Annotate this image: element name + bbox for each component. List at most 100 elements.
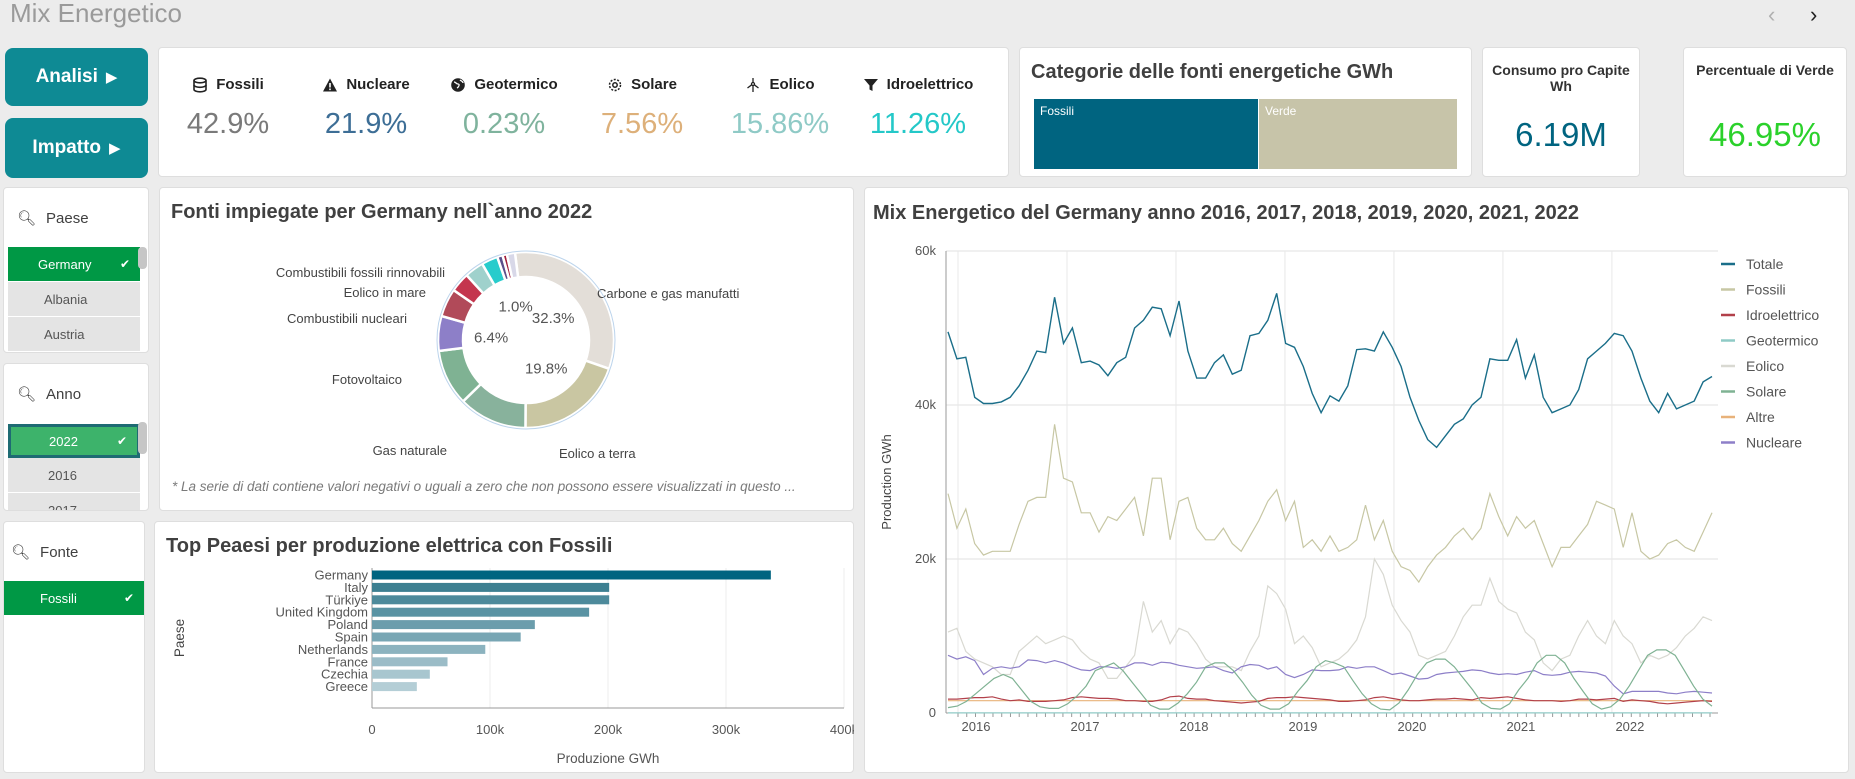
- x-tick-label: 2020: [1397, 719, 1426, 734]
- kpi-value: 21.9%: [324, 108, 408, 140]
- consumo-kpi-title: Consumo pro Capite Wh: [1492, 62, 1630, 94]
- search-icon: 🔍︎: [17, 386, 37, 403]
- kpi-label: Solare: [631, 76, 677, 93]
- play-triangle-icon: ▶: [109, 140, 121, 157]
- verde-kpi-panel: Percentuale di Verde 46.95%: [1683, 47, 1847, 177]
- line-chart-title: Mix Energetico del Germany anno 2016, 20…: [873, 202, 1579, 224]
- donut-slice-label: Gas naturale: [373, 443, 447, 458]
- x-tick-label: 2021: [1506, 719, 1535, 734]
- chevron-left-icon[interactable]: ‹: [1768, 2, 1775, 28]
- legend-label: Idroelettrico: [1746, 307, 1819, 323]
- check-icon: ✔: [116, 434, 127, 448]
- filter-item-label: 2016: [48, 467, 77, 483]
- kpi-label: Fossili: [216, 76, 264, 93]
- bar: [372, 644, 486, 654]
- filter-fonte-label: Fonte: [40, 543, 79, 561]
- kpi-value: 7.56%: [600, 108, 684, 140]
- globe-icon: [451, 77, 466, 92]
- legend-label: Solare: [1746, 384, 1787, 400]
- search-icon: 🔍︎: [17, 210, 37, 227]
- filter-item-fossili[interactable]: Fossili ✔: [4, 581, 144, 615]
- legend-label: Nucleare: [1746, 435, 1802, 451]
- filter-item-austria[interactable]: Austria: [8, 317, 140, 351]
- kpi-label: Geotermico: [474, 76, 558, 93]
- kpi-geotermico: Geotermico 0.23%: [435, 48, 573, 176]
- filter-item-2017[interactable]: 2017: [8, 493, 140, 510]
- bar-chart: 0100k200k300k400kGermanyItalyTürkiyeUnit…: [172, 568, 854, 767]
- legend-label: Altre: [1746, 409, 1775, 425]
- donut-pct-label: 32.3%: [532, 310, 575, 327]
- treemap-block-verde[interactable]: Verde: [1259, 99, 1457, 169]
- x-tick-label: 2018: [1180, 719, 1209, 734]
- funnel-icon: [863, 78, 878, 91]
- treemap-block-label: Verde: [1265, 104, 1297, 118]
- y-tick-label: 60k: [915, 243, 936, 258]
- kpi-value: 11.26%: [869, 108, 967, 140]
- bar: [372, 607, 590, 617]
- y-tick-label: 20k: [915, 551, 936, 566]
- series-line: [947, 293, 1713, 449]
- filter-item-label: Austria: [44, 326, 85, 342]
- y-axis-title: Paese: [172, 619, 187, 657]
- impatto-button[interactable]: Impatto ▶: [5, 118, 148, 178]
- scrollbar[interactable]: [138, 247, 147, 269]
- warning-triangle-icon: [323, 78, 338, 91]
- verde-kpi-value: 46.95%: [1709, 116, 1821, 153]
- series-line: [947, 557, 1713, 679]
- kpi-value: 0.23%: [462, 108, 546, 140]
- consumo-kpi-value: 6.19M: [1515, 116, 1607, 153]
- treemap-title: Categorie delle fonti energetiche GWh: [1031, 61, 1394, 83]
- filter-anno-panel: 🔍︎ Anno 2022 ✔ 2016 2017: [3, 363, 149, 511]
- chevron-right-icon[interactable]: ›: [1810, 2, 1817, 28]
- filter-paese-header[interactable]: 🔍︎ Paese: [17, 209, 89, 228]
- kpi-row: Fossili 42.9% Nucleare 21.9% Geotermico …: [159, 48, 1009, 176]
- filter-item-label: Fossili: [40, 590, 77, 606]
- filter-fonte-header[interactable]: 🔍︎ Fonte: [11, 543, 79, 562]
- donut-slice-label: Fotovoltaico: [332, 372, 402, 387]
- donut-pct-label: 6.4%: [474, 329, 508, 346]
- donut-chart: 32.3% Carbone e gas manufatti 19.8% Eolico …: [276, 250, 739, 461]
- kpi-label: Nucleare: [346, 76, 410, 93]
- kpi-idroelettrico: Idroelettrico 11.26%: [849, 48, 987, 176]
- legend-label: Totale: [1746, 256, 1784, 272]
- legend-label: Geotermico: [1746, 333, 1819, 349]
- bar-chart-title: Top Peaesi per produzione elettrica con …: [166, 535, 613, 557]
- series-line: [947, 654, 1713, 695]
- filter-paese-label: Paese: [46, 209, 89, 227]
- gear-sun-icon: [608, 78, 622, 91]
- bar: [372, 669, 430, 679]
- donut-pct-label: 19.8%: [525, 361, 568, 378]
- filter-item-germany[interactable]: Germany ✔: [8, 247, 140, 281]
- analisi-button[interactable]: Analisi ▶: [5, 48, 148, 106]
- x-tick-label: 2017: [1071, 719, 1100, 734]
- filter-item-albania[interactable]: Albania: [8, 282, 140, 316]
- x-tick-label: 2016: [962, 719, 991, 734]
- filter-item-2022[interactable]: 2022 ✔: [8, 424, 140, 458]
- x-tick-label: 100k: [476, 722, 505, 737]
- wind-turbine-icon: [747, 77, 760, 92]
- donut-slice-label: Eolico a terra: [559, 446, 636, 461]
- x-tick-label: 2022: [1615, 719, 1644, 734]
- search-icon: 🔍︎: [11, 544, 31, 561]
- donut-pct-label: 1.0%: [499, 299, 533, 316]
- line-chart: 0 20k 40k 60k 2016 2017 2018 2019 2020 2021 2022 Pr…: [879, 243, 1819, 734]
- scrollbar[interactable]: [138, 422, 147, 454]
- x-tick-label: 200k: [594, 722, 623, 737]
- filter-anno-header[interactable]: 🔍︎ Anno: [17, 385, 81, 404]
- kpi-nucleare: Nucleare 21.9%: [297, 48, 435, 176]
- category-label: Greece: [325, 679, 368, 694]
- x-tick-label: 400k: [830, 722, 854, 737]
- x-tick-label: 0: [368, 722, 375, 737]
- kpi-solare: Solare 7.56%: [573, 48, 711, 176]
- kpi-label: Eolico: [769, 76, 815, 93]
- filter-item-2016[interactable]: 2016: [8, 458, 140, 492]
- legend-label: Fossili: [1746, 282, 1786, 298]
- treemap-block-fossili[interactable]: Fossili: [1034, 99, 1258, 169]
- kpi-value: 15.86%: [730, 108, 830, 140]
- bar: [372, 657, 448, 667]
- bar: [372, 570, 771, 580]
- bar: [372, 632, 521, 642]
- filter-item-label: Albania: [44, 291, 88, 307]
- filter-item-label: 2022: [49, 433, 78, 449]
- filter-item-label: Germany: [38, 256, 92, 272]
